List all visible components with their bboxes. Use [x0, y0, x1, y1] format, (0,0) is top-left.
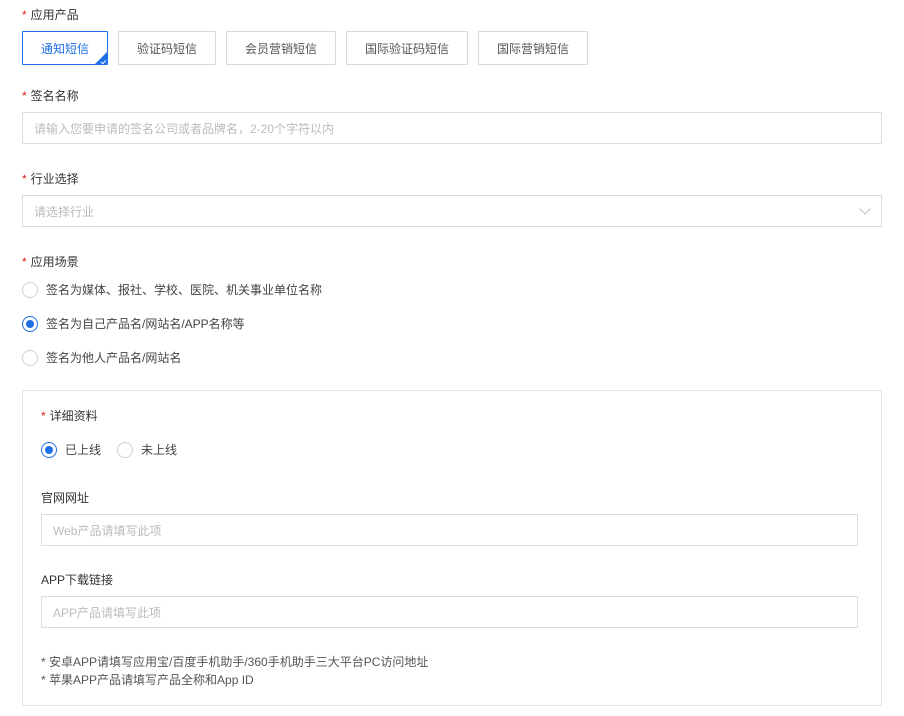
signature-input[interactable]: 请输入您要申请的签名公司或者品牌名，2-20个字符以内: [22, 112, 882, 144]
note-ios: * 苹果APP产品请填写产品全称和App ID: [41, 673, 254, 687]
radio-icon: [117, 441, 133, 458]
required-mark: *: [22, 89, 27, 103]
required-mark: *: [22, 255, 27, 269]
status-option-online[interactable]: 已上线: [41, 441, 101, 458]
signature-label: * 签名名称: [22, 89, 79, 103]
radio-icon: [22, 281, 38, 298]
radio-icon: [22, 349, 38, 366]
chevron-down-icon: [859, 203, 871, 215]
app-link-label: APP下载链接: [41, 573, 114, 587]
details-panel: * 详细资料 已上线 未上线 官网网址 Web产品请填写此项 APP下载链接 AP…: [22, 390, 882, 706]
website-input[interactable]: Web产品请填写此项: [41, 514, 858, 546]
note-android: * 安卓APP请填写应用宝/百度手机助手/360手机助手三大平台PC访问地址: [41, 655, 429, 669]
scenario-label: * 应用场景: [22, 255, 79, 269]
details-label: * 详细资料: [41, 409, 98, 423]
product-option-intl-marketing[interactable]: 国际营销短信: [478, 31, 588, 65]
scenario-option-institution[interactable]: 签名为媒体、报社、学校、医院、机关事业单位名称: [22, 281, 322, 298]
required-mark: *: [22, 8, 27, 22]
radio-checked-icon: [22, 315, 38, 332]
product-option-member-marketing[interactable]: 会员营销短信: [226, 31, 336, 65]
product-option-notification[interactable]: 通知短信: [22, 31, 108, 65]
status-option-offline[interactable]: 未上线: [117, 441, 177, 458]
app-link-input[interactable]: APP产品请填写此项: [41, 596, 858, 628]
required-mark: *: [41, 409, 46, 423]
industry-select[interactable]: 请选择行业: [22, 195, 882, 227]
scenario-option-others-product[interactable]: 签名为他人产品名/网站名: [22, 349, 181, 366]
website-label: 官网网址: [41, 491, 90, 505]
radio-checked-icon: [41, 441, 57, 458]
required-mark: *: [22, 172, 27, 186]
product-option-verification[interactable]: 验证码短信: [118, 31, 216, 65]
scenario-option-own-product[interactable]: 签名为自己产品名/网站名/APP名称等: [22, 315, 245, 332]
industry-label: * 行业选择: [22, 172, 79, 186]
product-option-intl-verification[interactable]: 国际验证码短信: [346, 31, 468, 65]
product-label: * 应用产品: [22, 8, 79, 22]
